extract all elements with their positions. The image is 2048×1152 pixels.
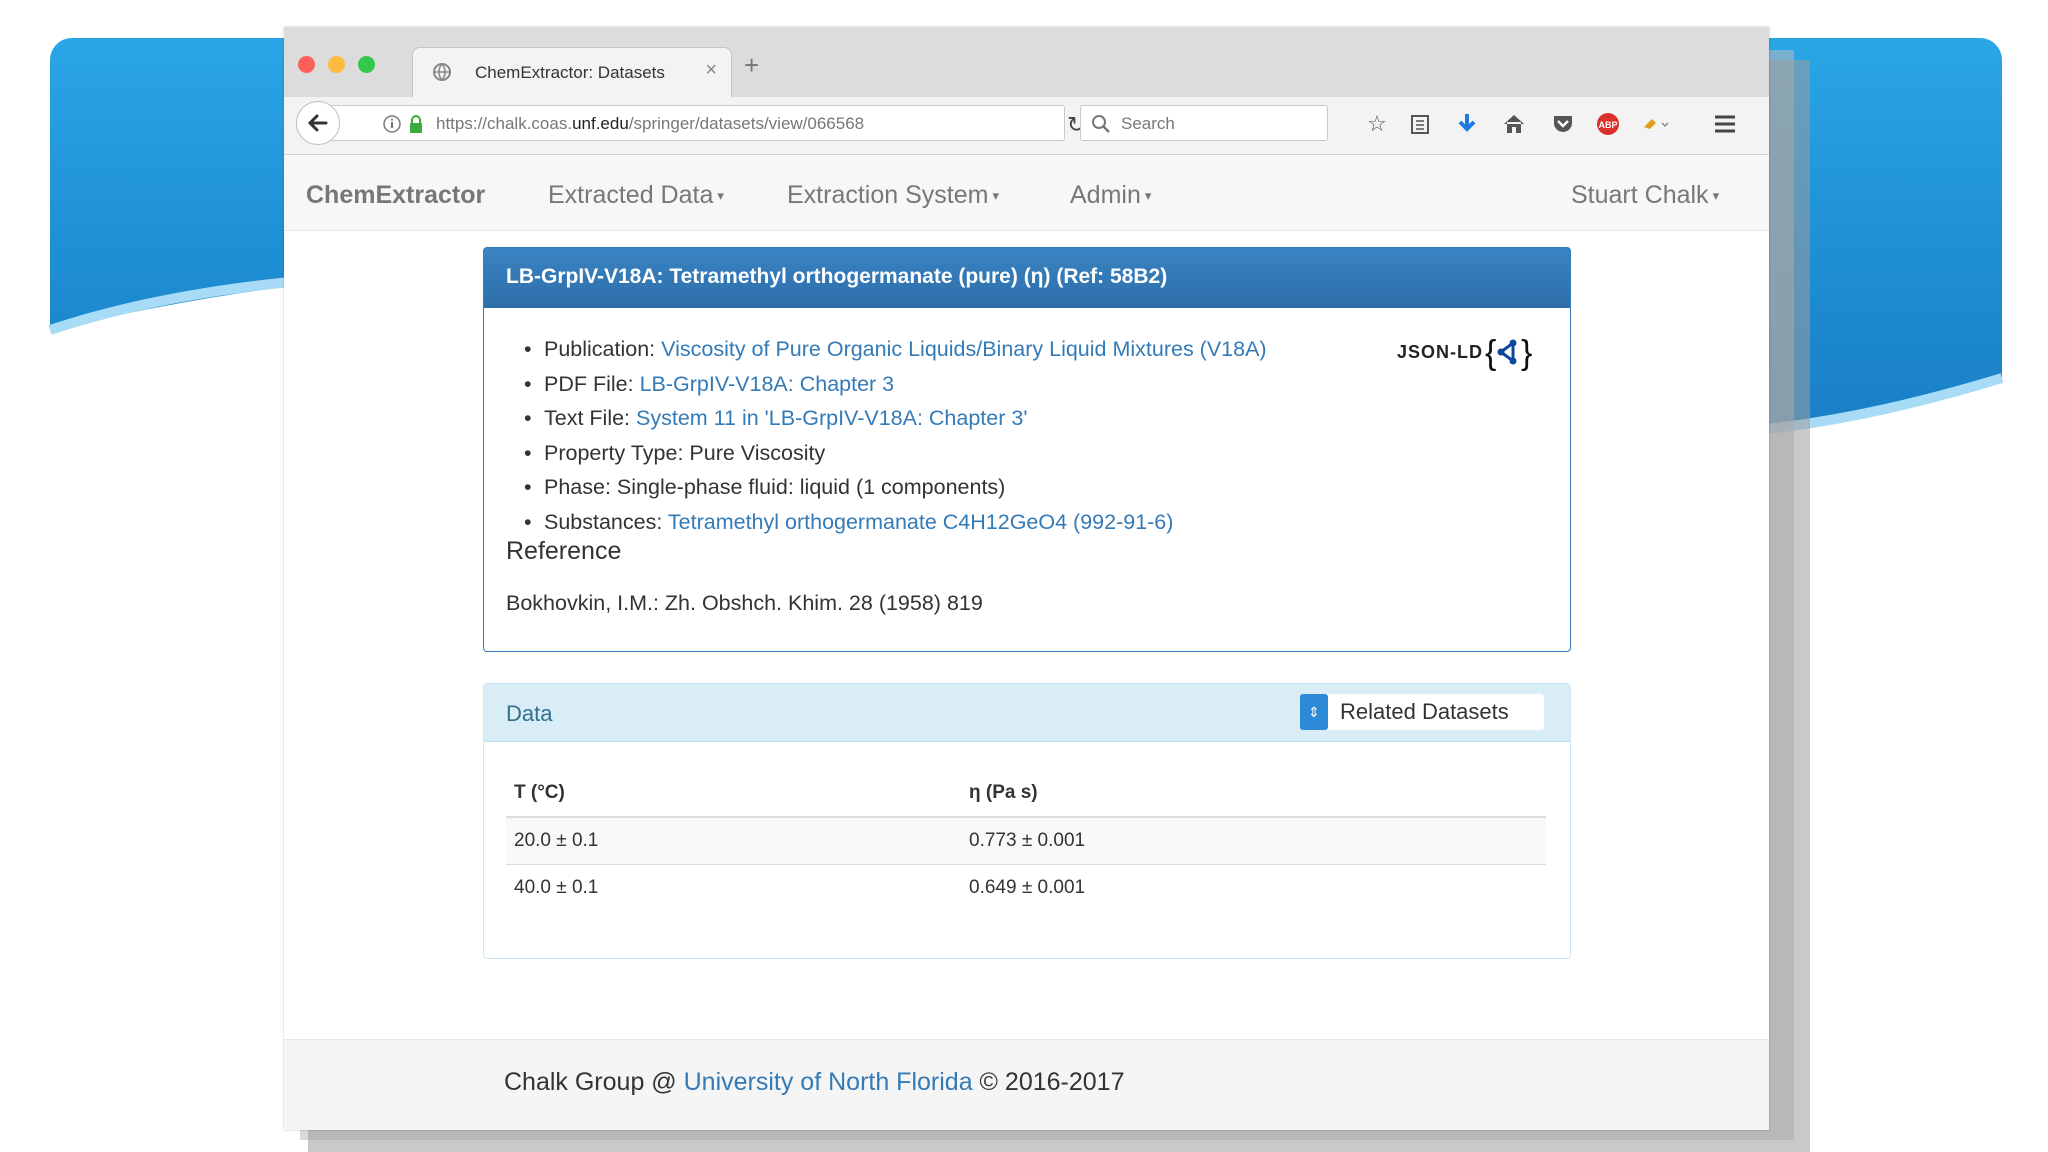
table-cell: 0.773 ± 0.001 xyxy=(961,816,1546,864)
substances-link[interactable]: Tetramethyl orthogermanate C4H12GeO4 (99… xyxy=(668,510,1174,534)
nav-extraction-system[interactable]: Extraction System ▾ xyxy=(787,181,999,210)
property-type: Property Type: Pure Viscosity xyxy=(544,440,826,465)
browser-toolbar: https://chalk.coas.unf.edu/springer/data… xyxy=(284,97,1769,155)
table-cell: 40.0 ± 0.1 xyxy=(506,863,961,911)
data-panel-title: Data xyxy=(506,701,553,726)
list-item: Publication: Viscosity of Pure Organic L… xyxy=(524,332,1267,367)
footer-prefix: Chalk Group @ xyxy=(504,1068,684,1096)
phase: Phase: Single-phase fluid: liquid (1 com… xyxy=(544,475,1006,500)
browser-window: ChemExtractor: Datasets × + https://chal… xyxy=(284,27,1769,1130)
download-icon[interactable] xyxy=(1452,109,1482,139)
caret-down-icon: ▾ xyxy=(1712,188,1720,204)
home-icon[interactable] xyxy=(1499,109,1529,139)
svg-text:{: { xyxy=(1485,334,1496,372)
dataset-details-list: Publication: Viscosity of Pure Organic L… xyxy=(524,332,1267,540)
nav-user-label: Stuart Chalk xyxy=(1571,181,1709,209)
nav-extraction-system-label: Extraction System xyxy=(787,181,989,209)
close-window-button[interactable] xyxy=(298,56,315,73)
lock-icon xyxy=(410,115,422,133)
list-item: Substances: Tetramethyl orthogermanate C… xyxy=(524,505,1267,540)
back-arrow-icon xyxy=(307,114,328,132)
table-cell: 0.649 ± 0.001 xyxy=(961,863,1546,911)
table-row: 40.0 ± 0.1 0.649 ± 0.001 xyxy=(506,863,1546,911)
sort-icon: ⇕ xyxy=(1300,694,1328,730)
jsonld-link[interactable]: JSON-LD { } xyxy=(1397,332,1539,372)
data-table: T (°C) η (Pa s) 20.0 ± 0.1 0.773 ± 0.001… xyxy=(506,769,1546,911)
publication-link[interactable]: Viscosity of Pure Organic Liquids/Binary… xyxy=(661,337,1266,361)
data-panel-header: Data ⇕ Related Datasets xyxy=(484,684,1570,742)
nav-extracted-data-label: Extracted Data xyxy=(548,181,714,209)
app-navbar: ChemExtractor Extracted Data ▾ Extraction… xyxy=(284,155,1769,231)
url-prefix: https://chalk.coas. xyxy=(436,114,573,133)
caret-down-icon: ▾ xyxy=(992,188,999,204)
reading-list-icon[interactable] xyxy=(1405,109,1435,139)
search-icon xyxy=(1092,115,1110,133)
adblock-icon[interactable]: ABP xyxy=(1595,109,1625,139)
list-item: Text File: System 11 in 'LB-GrpIV-V18A: … xyxy=(524,401,1267,436)
svg-text:}: } xyxy=(1521,334,1532,372)
info-icon[interactable] xyxy=(382,114,402,134)
caret-down-icon: ▾ xyxy=(717,188,724,204)
browser-tab[interactable]: ChemExtractor: Datasets × xyxy=(412,47,732,97)
pdf-label: PDF File: xyxy=(544,371,634,396)
dataset-title: LB-GrpIV-V18A: Tetramethyl orthogermanat… xyxy=(484,248,1570,308)
column-header: T (°C) xyxy=(506,769,961,818)
pocket-icon[interactable] xyxy=(1548,109,1578,139)
url-domain: unf.edu xyxy=(572,114,629,133)
university-link[interactable]: University of North Florida xyxy=(684,1068,973,1096)
pdf-link[interactable]: LB-GrpIV-V18A: Chapter 3 xyxy=(640,372,895,396)
substances-label: Substances: xyxy=(544,509,663,534)
extension-icon[interactable] xyxy=(1640,109,1670,139)
reference-text: Bokhovkin, I.M.: Zh. Obshch. Khim. 28 (1… xyxy=(506,591,983,615)
table-cell: 20.0 ± 0.1 xyxy=(506,816,961,864)
table-row: 20.0 ± 0.1 0.773 ± 0.001 xyxy=(506,816,1546,864)
data-panel: Data ⇕ Related Datasets T (°C) η (Pa s) … xyxy=(483,683,1571,959)
search-placeholder: Search xyxy=(1121,114,1175,133)
footer-text: Chalk Group @ University of North Florid… xyxy=(504,1068,1124,1097)
globe-icon xyxy=(433,63,451,81)
star-icon[interactable]: ☆ xyxy=(1362,109,1392,139)
back-button[interactable] xyxy=(296,101,340,145)
list-item: PDF File: LB-GrpIV-V18A: Chapter 3 xyxy=(524,367,1267,402)
close-tab-icon[interactable]: × xyxy=(705,59,717,82)
related-datasets-label: Related Datasets xyxy=(1340,699,1509,724)
search-input[interactable]: Search xyxy=(1080,105,1328,141)
new-tab-icon[interactable]: + xyxy=(744,52,759,78)
list-item: Phase: Single-phase fluid: liquid (1 com… xyxy=(524,470,1267,505)
dataset-panel: LB-GrpIV-V18A: Tetramethyl orthogermanat… xyxy=(483,247,1571,652)
brand-link[interactable]: ChemExtractor xyxy=(306,181,485,210)
svg-text:ABP: ABP xyxy=(1598,120,1617,130)
related-datasets-button[interactable]: ⇕ Related Datasets xyxy=(1300,694,1544,730)
reference-heading: Reference xyxy=(506,537,622,565)
table-header-row: T (°C) η (Pa s) xyxy=(506,769,1546,818)
page-footer: Chalk Group @ University of North Florid… xyxy=(284,1039,1769,1130)
nav-extracted-data[interactable]: Extracted Data ▾ xyxy=(548,181,724,210)
nav-admin-label: Admin xyxy=(1070,181,1141,209)
url-text: https://chalk.coas.unf.edu/springer/data… xyxy=(436,114,864,134)
tab-bar: ChemExtractor: Datasets × + xyxy=(284,27,1769,97)
tab-title: ChemExtractor: Datasets xyxy=(475,63,665,82)
jsonld-logo-icon: { } xyxy=(1485,334,1532,372)
nav-admin[interactable]: Admin ▾ xyxy=(1070,181,1151,210)
nav-user-menu[interactable]: Stuart Chalk ▾ xyxy=(1571,181,1719,210)
footer-suffix: © 2016-2017 xyxy=(972,1068,1125,1096)
text-file-label: Text File: xyxy=(544,406,631,431)
minimize-window-button[interactable] xyxy=(328,56,345,73)
caret-down-icon: ▾ xyxy=(1144,188,1152,204)
menu-icon[interactable] xyxy=(1710,109,1740,139)
publication-label: Publication: xyxy=(544,337,656,361)
zoom-window-button[interactable] xyxy=(358,56,375,73)
text-file-link[interactable]: System 11 in 'LB-GrpIV-V18A: Chapter 3' xyxy=(636,406,1027,430)
jsonld-label: JSON-LD xyxy=(1397,341,1484,362)
address-bar[interactable]: https://chalk.coas.unf.edu/springer/data… xyxy=(329,105,1085,141)
column-header: η (Pa s) xyxy=(961,769,1546,818)
url-path: /springer/datasets/view/066568 xyxy=(628,114,865,133)
list-item: Property Type: Pure Viscosity xyxy=(524,436,1267,471)
